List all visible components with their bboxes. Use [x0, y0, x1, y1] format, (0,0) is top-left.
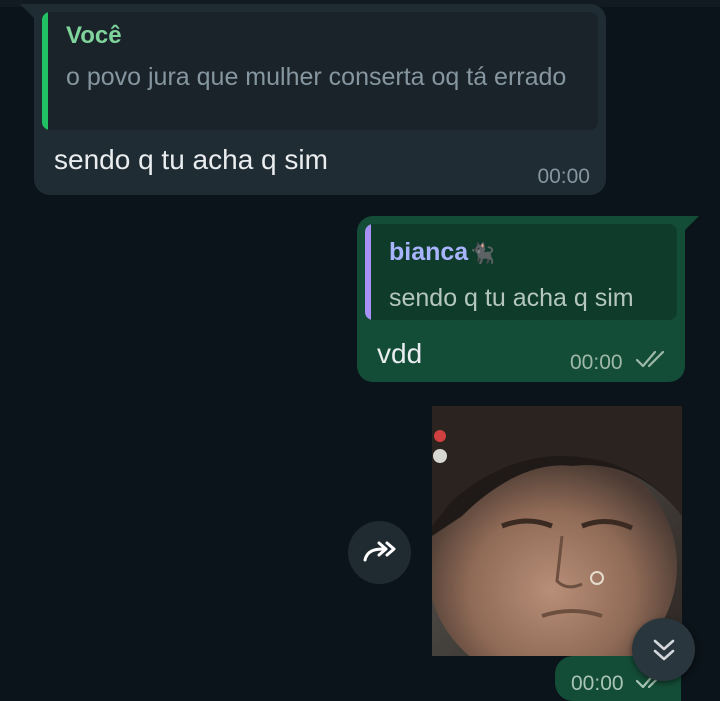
scroll-to-bottom-button[interactable] [632, 618, 695, 681]
chevron-double-down-icon [653, 639, 674, 660]
message-text: vdd [377, 338, 423, 369]
incoming-message-bubble[interactable]: Você o povo jura que mulher conserta oq … [20, 4, 606, 195]
bubble-tail [20, 4, 34, 18]
quote-author: bianca 🐈‍⬛ [389, 238, 495, 267]
quoted-message[interactable]: Você o povo jura que mulher conserta oq … [42, 12, 598, 130]
forward-icon [363, 541, 395, 561]
cat-emoji: 🐈‍⬛ [470, 243, 496, 265]
forward-button[interactable] [348, 521, 411, 584]
double-check-icon [635, 350, 665, 368]
quote-text: sendo q tu acha q sim [389, 284, 634, 312]
message-time: 00:00 [537, 165, 590, 188]
photo [432, 406, 682, 656]
quote-text: o povo jura que mulher conserta oq tá er… [66, 63, 567, 91]
message-text: sendo q tu acha q sim [54, 144, 328, 175]
bubble-tail [685, 216, 699, 230]
quote-accent-bar [42, 12, 48, 130]
outgoing-message-bubble[interactable]: bianca 🐈‍⬛ sendo q tu acha q sim vdd 00:0… [357, 216, 699, 382]
quote-author-name: bianca [389, 238, 469, 266]
quote-accent-bar [365, 224, 371, 320]
message-time: 00:00 [570, 351, 623, 374]
quoted-message[interactable]: bianca 🐈‍⬛ sendo q tu acha q sim [365, 224, 677, 320]
message-time: 00:00 [571, 672, 624, 695]
quote-author: Você [66, 22, 122, 49]
image-message[interactable] [432, 406, 682, 656]
